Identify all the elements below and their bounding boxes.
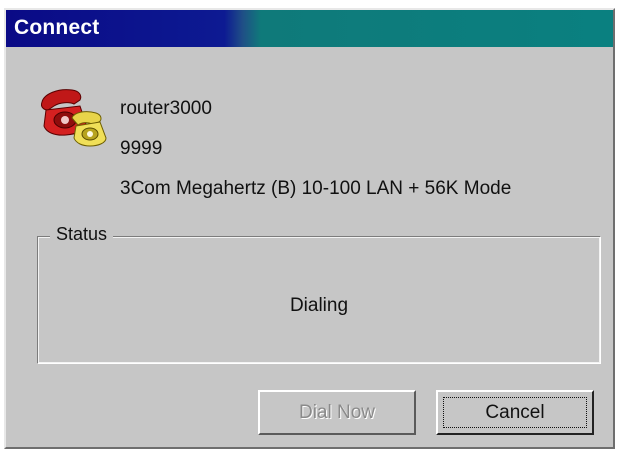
status-group-label: Status: [50, 224, 114, 245]
cancel-label: Cancel: [485, 401, 545, 423]
telephone-icon: [41, 89, 107, 147]
connection-name: router3000: [120, 98, 212, 119]
dial-now-label: Dial Now: [298, 401, 376, 423]
cancel-button[interactable]: Cancel: [436, 390, 594, 435]
title-bar[interactable]: Connect: [6, 10, 613, 47]
status-message: Dialing: [289, 295, 349, 316]
phone-number: 9999: [120, 138, 163, 159]
dialog-title: Connect: [14, 16, 100, 39]
dial-now-button[interactable]: Dial Now: [258, 390, 416, 435]
status-group: Status Dialing: [37, 224, 601, 364]
connect-dialog: Connect router3000 9999 3Com Megahertz (…: [4, 8, 615, 449]
modem-device: 3Com Megahertz (B) 10-100 LAN + 56K Mode: [120, 178, 512, 199]
